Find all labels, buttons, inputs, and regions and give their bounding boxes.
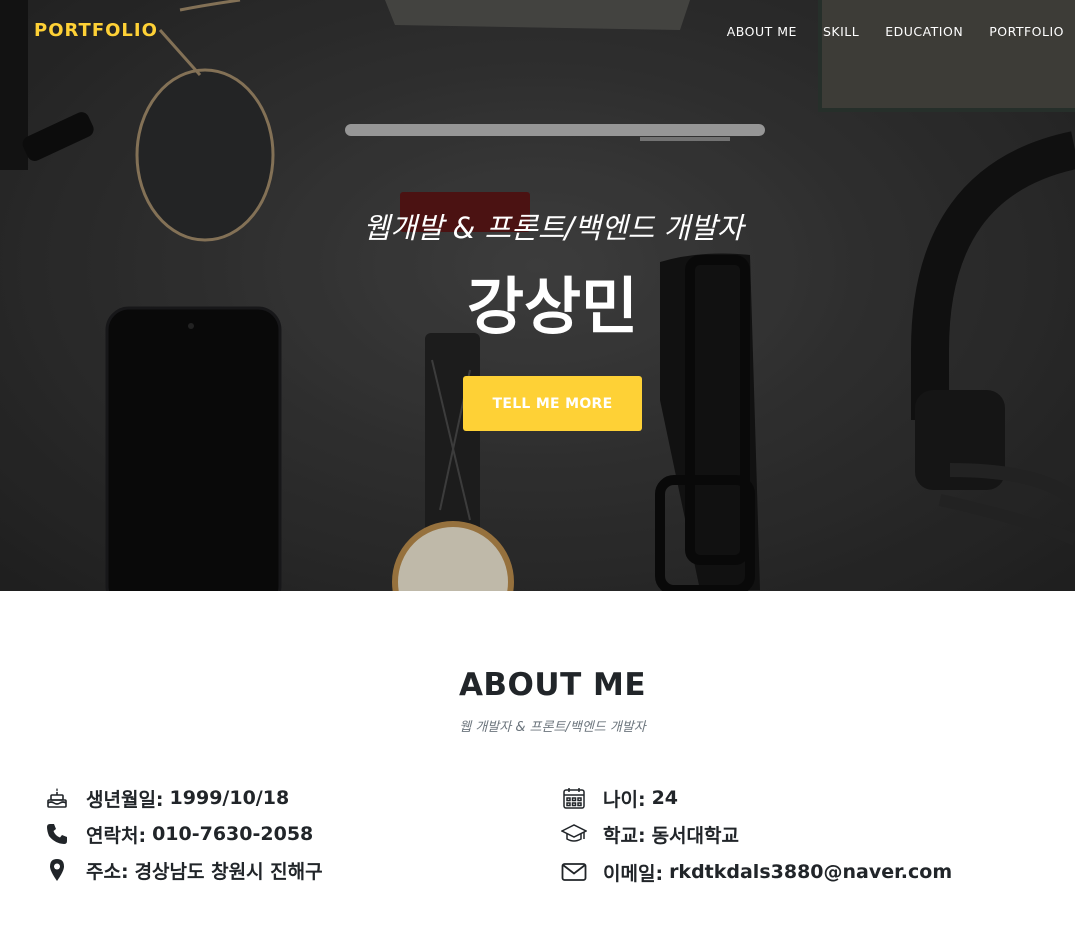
nav-link-portfolio[interactable]: PORTFOLIO (989, 24, 1064, 39)
info-phone: 연락처 010-7630-2058 (44, 819, 313, 849)
info-label: 생년월일 (86, 785, 170, 812)
info-address: 주소 경상남도 창원시 진해구 (44, 855, 323, 885)
info-label: 연락처 (86, 821, 152, 848)
graduation-cap-icon (561, 821, 587, 847)
info-value[interactable]: 010-7630-2058 (152, 823, 313, 845)
nav-link-skill[interactable]: SKILL (823, 24, 859, 39)
navbar-brand[interactable]: PORTFOLIO (34, 20, 158, 41)
hero-subtitle: 웹개발 & 프론트/백엔드 개발자 (363, 211, 744, 245)
info-school: 학교 동서대학교 (561, 819, 739, 849)
phone-icon (44, 821, 70, 847)
map-marker-icon (44, 857, 70, 883)
info-email: 이메일 rkdtkdals3880@naver.com (561, 857, 952, 887)
info-value: 경상남도 창원시 진해구 (134, 860, 323, 883)
info-value: 1999/10/18 (169, 787, 290, 809)
calendar-icon (561, 785, 587, 811)
about-title: ABOUT ME (458, 667, 647, 703)
nav-link-education[interactable]: EDUCATION (885, 24, 963, 39)
info-age: 나이 24 (561, 783, 678, 813)
hero-name: 강상민 (466, 270, 639, 343)
hero-section: PORTFOLIO ABOUT ME SKILL EDUCATION PORTF… (0, 0, 1075, 591)
info-birthdate: 생년월일 1999/10/18 (44, 783, 289, 813)
birthday-cake-icon (44, 785, 70, 811)
nav-link-about-me[interactable]: ABOUT ME (727, 24, 797, 39)
tell-me-more-button[interactable]: TELL ME MORE (463, 376, 642, 431)
envelope-icon (561, 859, 587, 885)
info-label: 이메일 (603, 859, 669, 886)
info-value: 24 (651, 787, 679, 809)
info-value: 동서대학교 (651, 824, 739, 847)
main-nav: ABOUT ME SKILL EDUCATION PORTFOLIO (727, 24, 1075, 39)
info-value[interactable]: rkdtkdals3880@naver.com (669, 861, 952, 883)
info-label: 학교 (603, 821, 652, 848)
info-label: 주소 (86, 857, 135, 884)
about-subtitle: 웹 개발자 & 프론트/백엔드 개발자 (459, 720, 646, 735)
info-label: 나이 (603, 785, 652, 812)
